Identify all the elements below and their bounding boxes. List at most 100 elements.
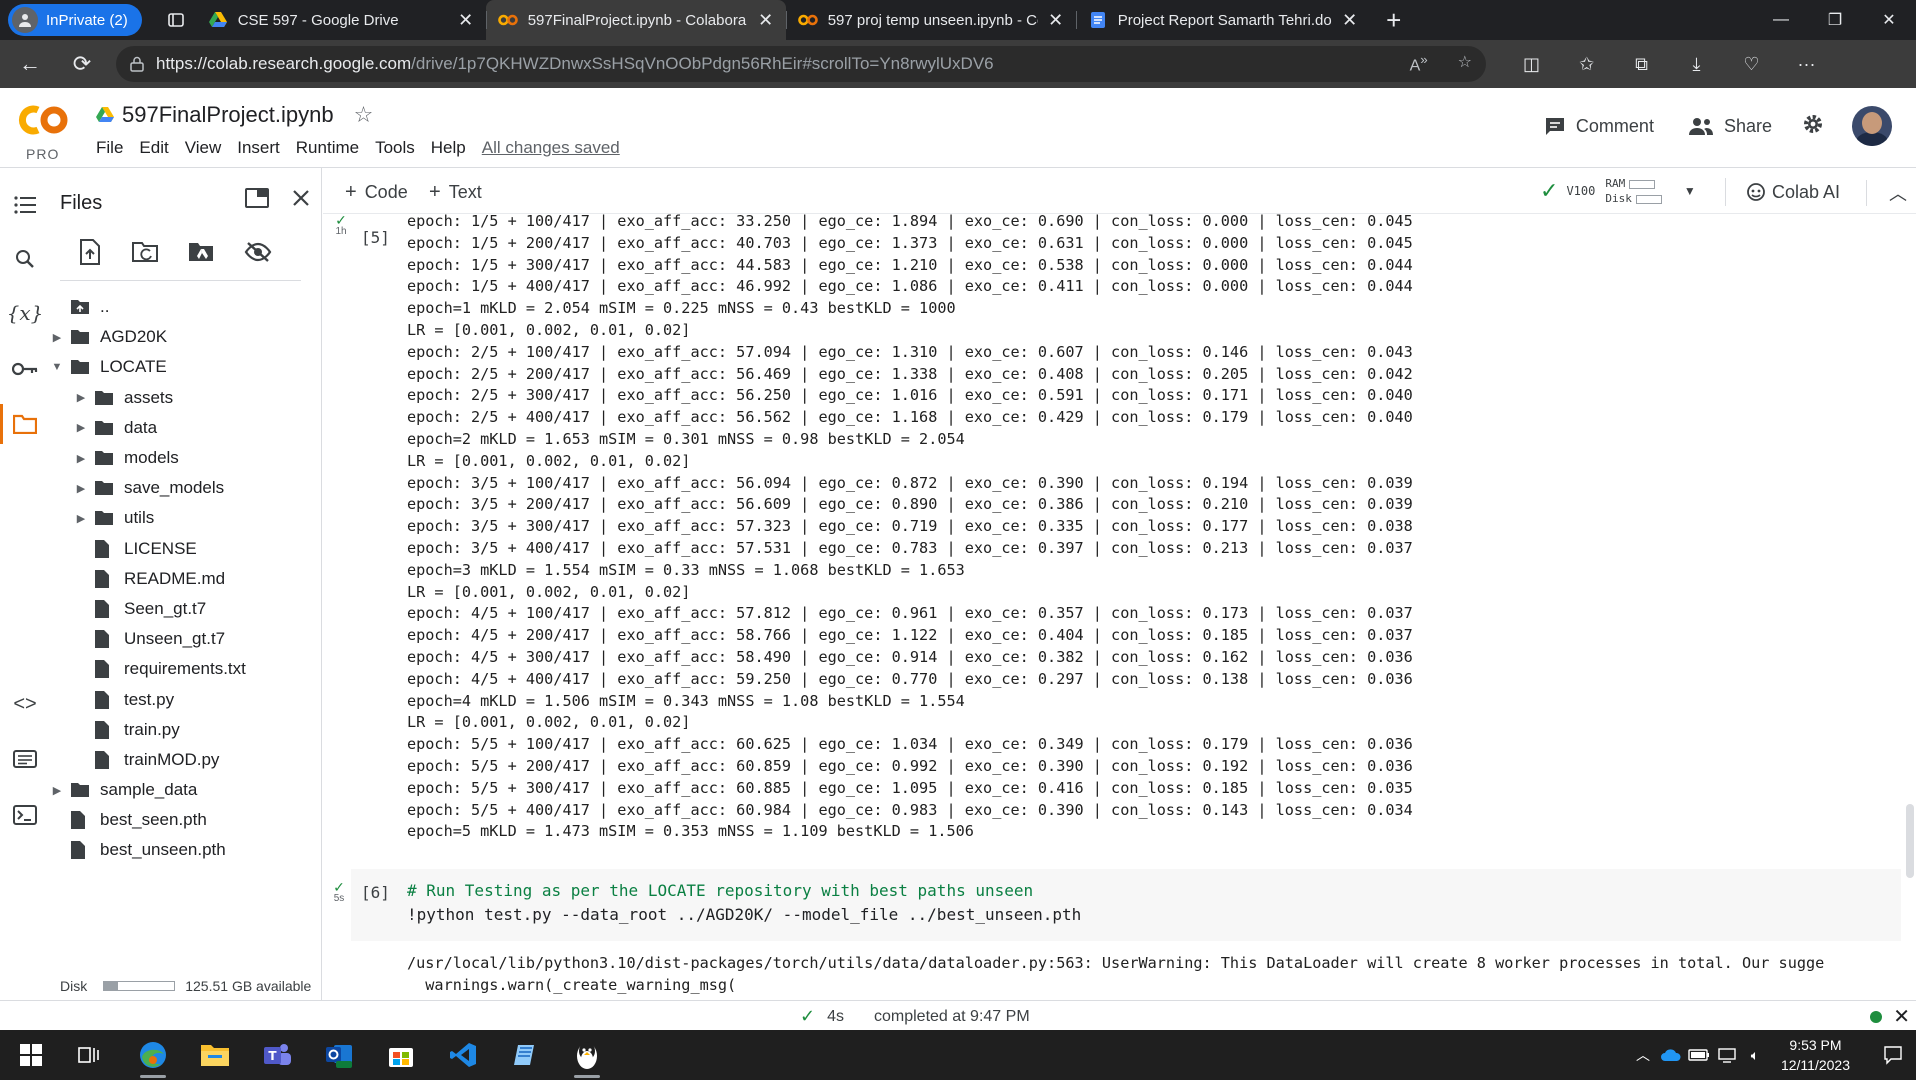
folder-item[interactable]: ▶ save_models <box>50 473 322 503</box>
tab-colab-unseen[interactable]: 597 proj temp unseen.ipynb - Co ✕ <box>785 0 1076 40</box>
back-arrow-icon[interactable]: ← <box>8 44 52 84</box>
file-item[interactable]: train.py <box>50 715 322 745</box>
teams-icon[interactable]: T <box>246 1030 308 1080</box>
file-item[interactable]: Unseen_gt.t7 <box>50 624 322 654</box>
folder-item[interactable]: ▶ assets <box>50 383 322 413</box>
runtime-resources[interactable]: ✓ V100 RAM Disk ▼ <box>1540 176 1696 206</box>
network-icon[interactable] <box>1713 1047 1741 1063</box>
menu-file[interactable]: File <box>88 138 131 158</box>
vscode-icon[interactable] <box>432 1030 494 1080</box>
menu-view[interactable]: View <box>177 138 230 158</box>
file-explorer-icon[interactable] <box>184 1030 246 1080</box>
chevron-right-icon[interactable]: ▶ <box>50 331 64 344</box>
menu-runtime[interactable]: Runtime <box>288 138 367 158</box>
tab-actions-icon[interactable] <box>156 4 196 36</box>
cell-6-status[interactable]: ✓ 5s <box>327 880 351 904</box>
comment-button[interactable]: Comment <box>1544 116 1654 137</box>
tab-project-report[interactable]: Project Report Samarth Tehri.doc ✕ <box>1075 0 1370 40</box>
completed-time[interactable]: completed at 9:47 PM <box>874 1008 1030 1026</box>
folder-item[interactable]: ▼ LOCATE <box>50 352 322 382</box>
close-icon[interactable]: ✕ <box>756 10 776 30</box>
variables-icon[interactable]: {x} <box>0 293 50 333</box>
secrets-key-icon[interactable] <box>0 349 50 389</box>
chevron-up-icon[interactable]: ︿ <box>1629 1045 1657 1065</box>
chevron-down-icon[interactable]: ▼ <box>1684 184 1696 198</box>
search-icon[interactable] <box>0 239 50 279</box>
tab-colab-final-project[interactable]: 597FinalProject.ipynb - Colabora ✕ <box>485 0 786 40</box>
notifications-icon[interactable] <box>1870 1045 1916 1065</box>
volume-icon[interactable]: 🔈︎ <box>1741 1047 1769 1064</box>
chevron-down-icon[interactable]: ▼ <box>50 361 64 373</box>
code-snippets-icon[interactable]: <> <box>0 684 50 724</box>
add-code-cell-button[interactable]: + Code <box>345 181 408 204</box>
file-item[interactable]: requirements.txt <box>50 654 322 684</box>
favorites-icon[interactable]: ✩ <box>1559 44 1614 84</box>
save-status[interactable]: All changes saved <box>474 138 628 158</box>
close-window-icon[interactable]: ✕ <box>1862 0 1916 40</box>
settings-gear-icon[interactable] <box>1802 113 1824 140</box>
scrollbar-thumb[interactable] <box>1906 804 1914 878</box>
task-view-icon[interactable] <box>58 1030 120 1080</box>
notebook-title[interactable]: 597FinalProject.ipynb <box>122 102 334 128</box>
split-screen-icon[interactable]: ◫ <box>1504 44 1559 84</box>
inprivate-profile-button[interactable]: InPrivate (2) <box>8 4 142 36</box>
file-item[interactable]: LICENSE <box>50 534 322 564</box>
table-of-contents-icon[interactable] <box>0 185 50 225</box>
folder-item[interactable]: ▶ AGD20K <box>50 322 322 352</box>
onedrive-cloud-icon[interactable] <box>1657 1048 1685 1062</box>
edge-browser-icon[interactable] <box>122 1030 184 1080</box>
command-palette-icon[interactable] <box>0 739 50 779</box>
refresh-folder-icon[interactable] <box>130 236 162 268</box>
chevron-right-icon[interactable]: ▶ <box>74 421 88 434</box>
parent-folder-item[interactable]: .. <box>50 292 322 322</box>
share-button[interactable]: Share <box>1688 116 1772 137</box>
close-icon[interactable]: ✕ <box>1046 10 1066 30</box>
menu-tools[interactable]: Tools <box>367 138 423 158</box>
read-aloud-icon[interactable]: A» <box>1410 52 1428 75</box>
folder-item[interactable]: ▶ utils <box>50 503 322 533</box>
restore-icon[interactable]: ❐ <box>1808 0 1862 40</box>
penguin-app-icon[interactable] <box>556 1030 618 1080</box>
folder-item[interactable]: ▶ sample_data <box>50 775 322 805</box>
file-item[interactable]: Seen_gt.t7 <box>50 594 322 624</box>
file-item[interactable]: trainMOD.py <box>50 745 322 775</box>
chevron-right-icon[interactable]: ▶ <box>74 391 88 404</box>
notepad-icon[interactable] <box>494 1030 556 1080</box>
refresh-icon[interactable]: ⟳ <box>60 44 104 84</box>
chevron-right-icon[interactable]: ▶ <box>74 452 88 465</box>
file-item[interactable]: best_seen.pth <box>50 805 322 835</box>
star-icon[interactable]: ☆ <box>354 102 374 128</box>
cell-5-status[interactable]: ✓ 1h <box>329 214 353 237</box>
folder-item[interactable]: ▶ data <box>50 413 322 443</box>
close-icon[interactable]: ✕ <box>456 10 476 30</box>
close-icon[interactable]: ✕ <box>1340 10 1360 30</box>
menu-edit[interactable]: Edit <box>131 138 176 158</box>
new-tab-button[interactable]: + <box>1376 4 1412 36</box>
chevron-up-icon[interactable]: ︿ <box>1866 180 1907 206</box>
cell-6-source[interactable]: # Run Testing as per the LOCATE reposito… <box>407 879 1081 927</box>
terminal-icon[interactable] <box>0 795 50 835</box>
colab-logo[interactable]: PRO <box>16 100 72 162</box>
outlook-icon[interactable] <box>308 1030 370 1080</box>
colab-ai-button[interactable]: Colab AI <box>1725 178 1840 206</box>
more-menu-icon[interactable]: ··· <box>1779 44 1834 84</box>
performance-icon[interactable]: ♡ <box>1724 44 1779 84</box>
chevron-right-icon[interactable]: ▶ <box>50 784 64 797</box>
tab-google-drive[interactable]: CSE 597 - Google Drive ✕ <box>196 0 486 40</box>
mount-drive-icon[interactable] <box>186 236 218 268</box>
menu-help[interactable]: Help <box>423 138 474 158</box>
files-folder-icon[interactable] <box>0 404 50 444</box>
url-field[interactable]: https://colab.research.google.com/drive/… <box>116 46 1486 82</box>
menu-insert[interactable]: Insert <box>229 138 288 158</box>
downloads-icon[interactable]: ⤓ <box>1669 44 1724 84</box>
file-item[interactable]: best_unseen.pth <box>50 835 322 865</box>
favorite-star-icon[interactable]: ☆ <box>1458 52 1472 75</box>
file-item[interactable]: test.py <box>50 684 322 714</box>
microsoft-store-icon[interactable] <box>370 1030 432 1080</box>
collections-icon[interactable]: ⧉ <box>1614 44 1669 84</box>
add-text-cell-button[interactable]: + Text <box>429 181 482 204</box>
close-icon[interactable]: ✕ <box>1893 1004 1910 1029</box>
folder-item[interactable]: ▶ models <box>50 443 322 473</box>
chevron-right-icon[interactable]: ▶ <box>74 482 88 495</box>
user-avatar[interactable] <box>1852 106 1892 146</box>
